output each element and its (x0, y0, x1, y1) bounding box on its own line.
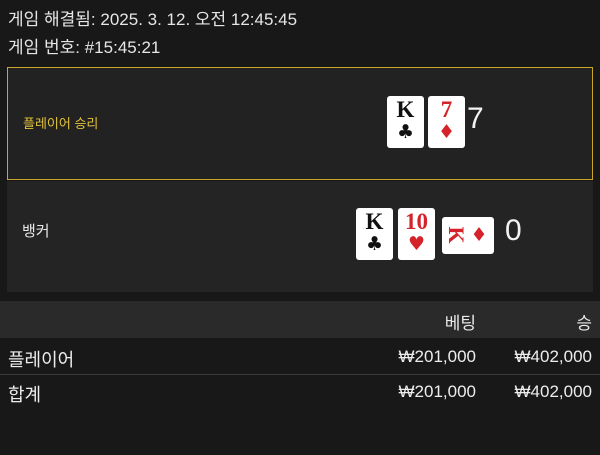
row-bet-amount: ₩201,000 (398, 347, 477, 366)
banker-card-1: K ♣ (356, 208, 393, 260)
diamond-icon: ♦ (437, 121, 456, 143)
bet-column-header: 베팅 (444, 314, 476, 333)
row-label: 플레이어 (8, 350, 75, 370)
total-win-amount: ₩402,000 (514, 382, 593, 401)
card-rank: 10 (405, 209, 428, 234)
heart-icon: ♥ (407, 233, 426, 255)
total-bet-amount: ₩201,000 (398, 382, 477, 401)
bet-table-header: 베팅 승 (0, 301, 600, 338)
club-icon: ♣ (365, 233, 384, 255)
total-row: 합계 ₩201,000 ₩402,000 (0, 375, 600, 409)
card-rank: K (396, 97, 415, 122)
player-card-1: K ♣ (387, 96, 424, 148)
row-win-amount: ₩402,000 (514, 347, 593, 366)
banker-card-3-rotated: K ♦ (442, 217, 494, 254)
banker-label: 뱅커 (22, 223, 50, 240)
player-result-panel: 플레이어 승리 (7, 67, 593, 180)
banker-card-2: 10 ♥ (398, 208, 435, 260)
card-rank: K (444, 226, 469, 244)
player-win-label: 플레이어 승리 (23, 116, 99, 131)
diamond-icon: ♦ (470, 224, 488, 246)
club-icon: ♣ (396, 121, 415, 143)
player-card-2: 7 ♦ (428, 96, 465, 148)
game-resolved-time: 게임 해결됨: 2025. 3. 12. 오전 12:45:45 (8, 10, 298, 29)
total-label: 합계 (8, 385, 42, 405)
game-number: 게임 번호: #15:45:21 (8, 38, 161, 57)
card-rank: 7 (440, 97, 453, 122)
card-rank: K (365, 209, 384, 234)
player-score: 7 (467, 102, 484, 135)
table-row: 플레이어 ₩201,000 ₩402,000 (0, 340, 600, 375)
banker-score: 0 (505, 214, 522, 247)
win-column-header: 승 (576, 314, 592, 333)
